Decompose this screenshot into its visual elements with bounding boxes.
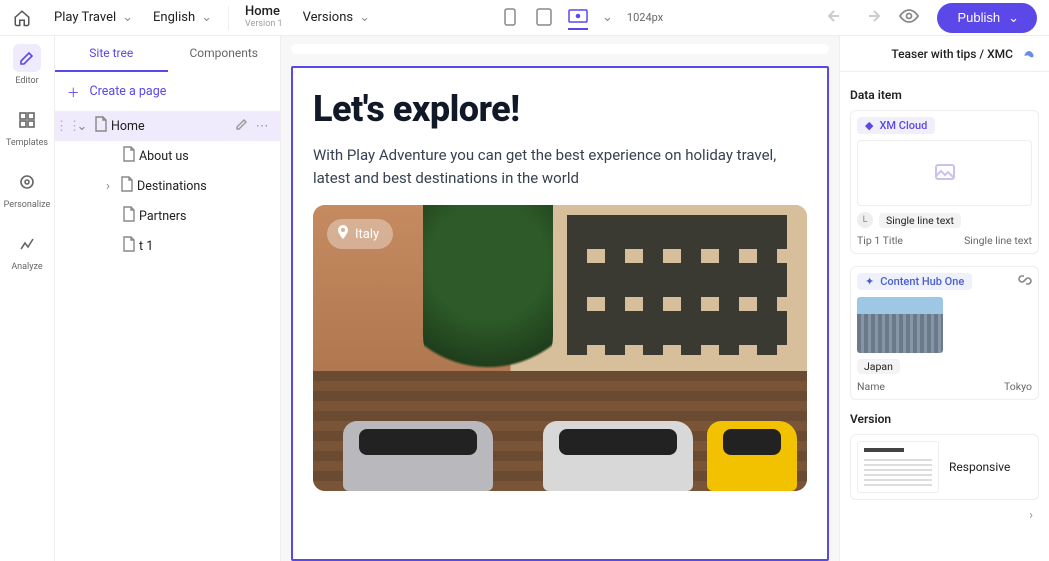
editor-icon [13,44,41,72]
version-card[interactable]: Responsive [850,434,1039,500]
rail-templates[interactable]: Templates [6,106,48,148]
chevron-down-icon[interactable]: ⌄ [73,119,91,134]
page-icon [117,176,137,196]
personalize-icon [13,168,41,196]
create-page-button[interactable]: ＋ Create a page [55,72,280,111]
canvas-toolbar [291,44,829,54]
chevron-down-icon: ⌄ [201,10,212,25]
create-page-label: Create a page [90,84,167,99]
site-dropdown[interactable]: Play Travel ⌄ [44,10,143,25]
tree-node-destinations[interactable]: › Destinations [55,171,280,201]
hero-paragraph[interactable]: With Play Adventure you can get the best… [313,144,807,189]
field-value: Tokyo [1004,380,1032,393]
tree-node-home[interactable]: ⋮⋮ ⌄ Home ⋯ [55,111,280,141]
analyze-icon [13,230,41,258]
tree-node-label: t 1 [139,239,272,254]
tree-node-label: Home [111,119,232,134]
field-name: Name [857,380,885,393]
page-icon [119,236,139,256]
versions-dropdown[interactable]: Versions ⌄ [293,10,380,25]
tree-node-t1[interactable]: t 1 [55,231,280,261]
contenthub-icon: ✦ [865,275,874,288]
canvas-frame[interactable]: Let's explore! With Play Adventure you c… [291,66,829,561]
section-version: Version [850,412,1039,426]
language: English [153,10,195,25]
publish-button[interactable]: Publish ⌄ [937,3,1037,33]
tree-node-label: Destinations [137,179,272,194]
page-version: Version 1 [245,20,283,30]
chevron-right-icon[interactable]: › [1029,508,1033,523]
field-type: Single line text [964,234,1032,247]
location-tag[interactable]: Italy [327,219,393,249]
section-data-item: Data item [850,88,1039,102]
thumbnail-image [857,297,943,353]
hero-heading[interactable]: Let's explore! [313,88,807,130]
field-type-chip: Single line text [879,213,961,228]
product-logo-icon [1023,44,1039,63]
tag-chip: Japan [857,359,900,374]
home-button[interactable] [0,0,44,36]
page-icon [119,206,139,226]
tab-site-tree[interactable]: Site tree [55,36,168,72]
device-more[interactable]: ⌄ [602,10,613,25]
publish-label: Publish [957,10,1000,25]
rail-editor[interactable]: Editor [13,44,41,86]
rail-personalize[interactable]: Personalize [4,168,51,210]
canvas: Let's explore! With Play Adventure you c… [281,36,839,561]
chip-label: Content Hub One [880,275,964,288]
field-badge: L [857,212,873,228]
source-chip-xmcloud: ◆ XM Cloud [857,117,935,134]
rail-label: Analyze [11,262,42,272]
chevron-down-icon: ⌄ [122,10,133,25]
versions-label: Versions [303,10,353,25]
device-mobile[interactable] [500,10,520,30]
tree-node-label: Partners [139,209,272,224]
language-dropdown[interactable]: English ⌄ [143,10,222,25]
preview-button[interactable] [899,9,919,27]
page-title: Home [245,5,283,19]
tree-node-label: About us [139,149,272,164]
drag-handle-icon[interactable]: ⋮⋮ [55,119,73,134]
chevron-right-icon[interactable]: › [99,179,117,194]
device-desktop[interactable] [568,10,588,30]
tree-node-about[interactable]: About us [55,141,280,171]
chip-label: XM Cloud [879,119,927,132]
data-card-xmcloud[interactable]: ◆ XM Cloud L Single line text Tip 1 Titl… [850,110,1039,254]
rail-label: Personalize [4,200,51,210]
rhs-header-label: Teaser with tips / XMC [891,47,1013,61]
hero-image[interactable]: Italy [313,205,807,491]
xmcloud-icon: ◆ [865,119,873,132]
edit-icon[interactable] [232,117,252,135]
redo-button[interactable] [863,9,881,27]
templates-icon [13,106,41,134]
undo-button[interactable] [827,9,845,27]
chevron-down-icon: ⌄ [359,10,370,25]
page-icon [119,146,139,166]
tree-node-partners[interactable]: Partners [55,201,280,231]
version-name: Responsive [949,460,1010,474]
more-icon[interactable]: ⋯ [252,119,272,134]
location-tag-label: Italy [355,227,379,242]
rail-analyze[interactable]: Analyze [11,230,42,272]
source-chip-contenthub: ✦ Content Hub One [857,273,972,290]
device-tablet[interactable] [534,10,554,30]
pin-icon [337,225,349,243]
page-indicator: Home Version 1 [235,5,293,29]
field-name: Tip 1 Title [857,234,903,247]
rail-label: Templates [6,138,48,148]
rail-label: Editor [15,76,38,86]
thumbnail-placeholder [857,140,1032,206]
site-name: Play Travel [54,10,116,25]
chevron-down-icon: ⌄ [1008,10,1019,26]
plus-icon: ＋ [67,82,80,101]
tab-components[interactable]: Components [168,36,281,72]
data-card-contenthub[interactable]: ✦ Content Hub One Japan Name Tokyo [850,266,1039,400]
version-thumbnail [857,441,939,493]
link-icon[interactable] [1018,273,1032,291]
page-icon [91,116,111,136]
breakpoint-label: 1024px [627,11,663,24]
